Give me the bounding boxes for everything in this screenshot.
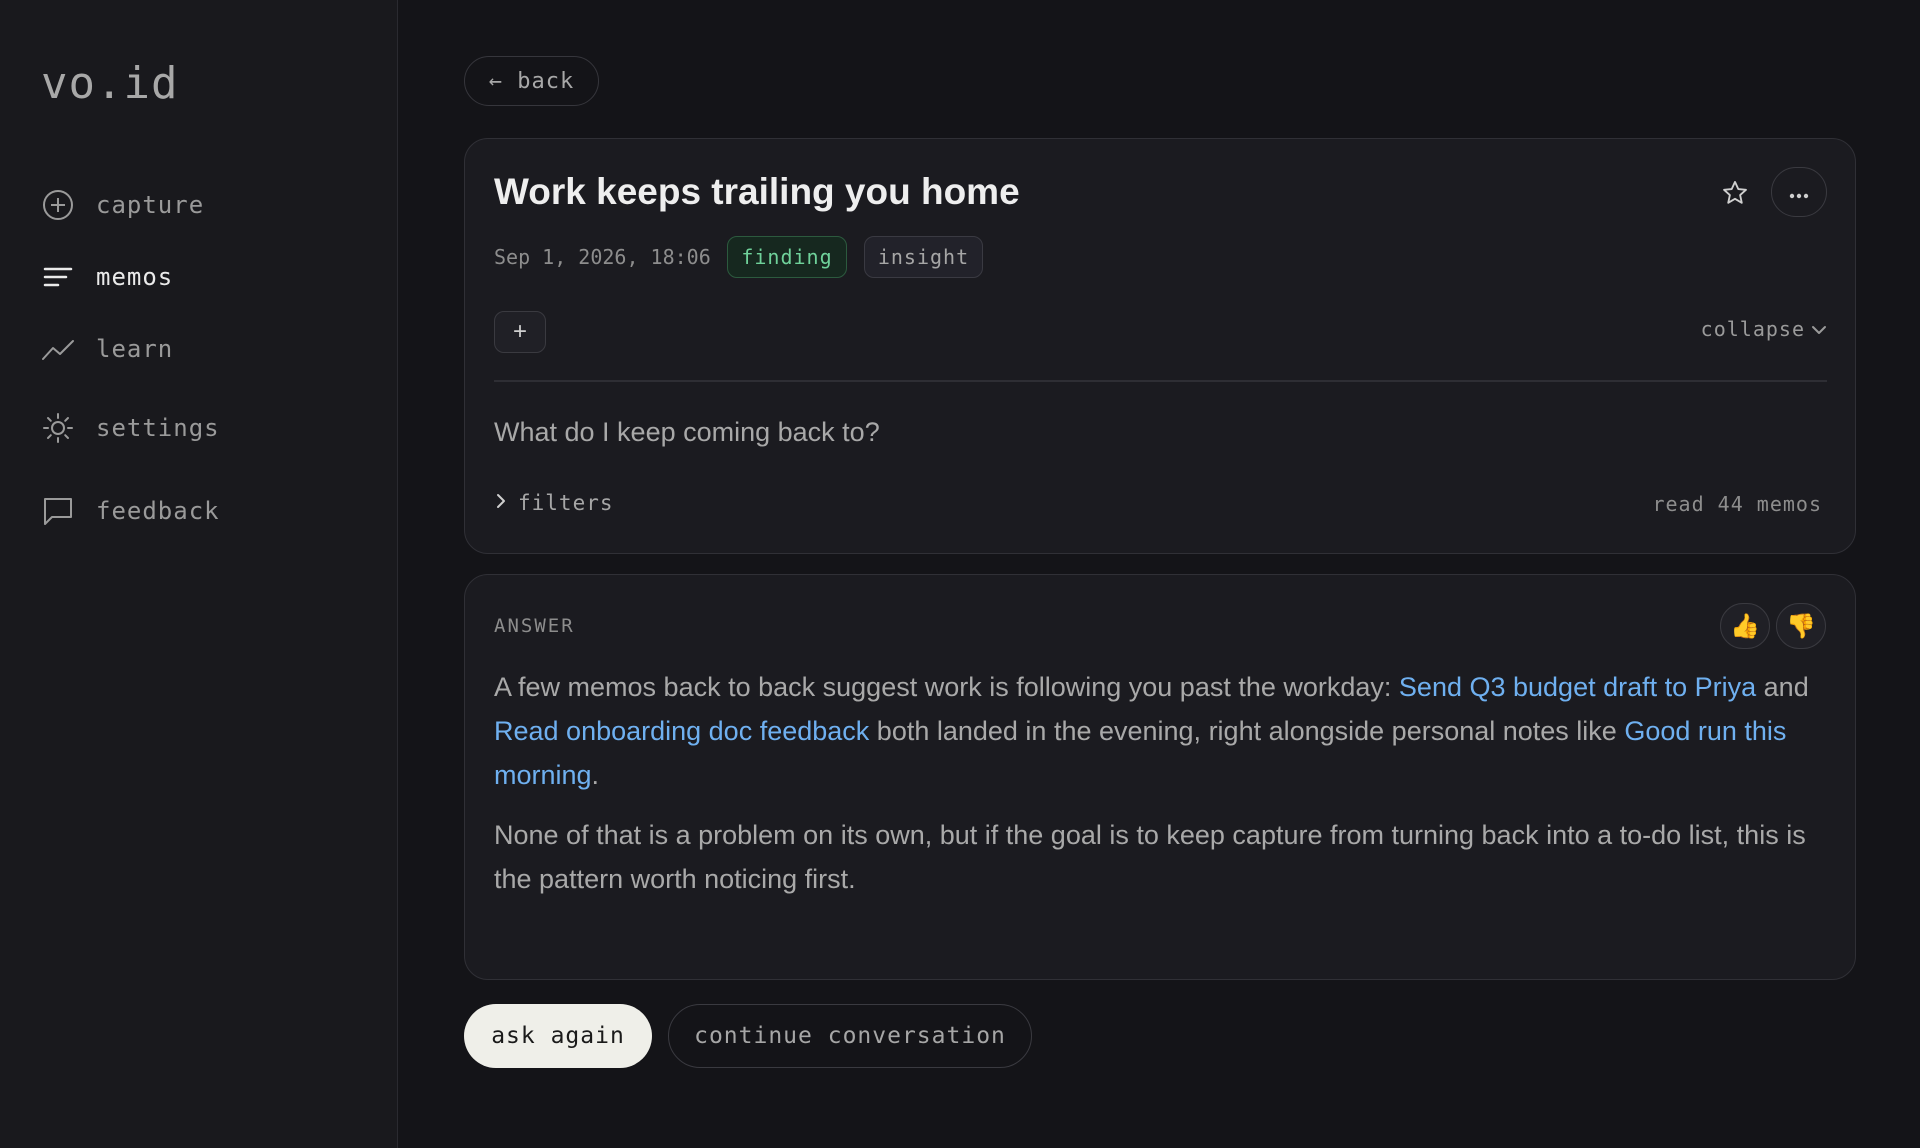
sun-gear-icon [41, 411, 75, 445]
answer-paragraph: None of that is a problem on its own, bu… [494, 820, 1806, 894]
memo-title: Work keeps trailing you home [494, 171, 1020, 212]
filters-label: filters [518, 491, 614, 515]
filters-toggle[interactable]: filters [494, 491, 614, 515]
chevron-right-icon [494, 491, 508, 515]
tag-finding[interactable]: finding [727, 236, 847, 278]
collapse-label: collapse [1700, 317, 1805, 341]
thumbs-up-icon: 👍 [1730, 612, 1760, 640]
trend-icon [41, 332, 75, 366]
memo-card: Work keeps trailing you home Sep 1, 2026… [464, 138, 1856, 554]
plus-circle-icon [41, 188, 75, 222]
answer-text: both landed in the evening, right alongs… [869, 716, 1625, 746]
sidebar: vo.id capture memos learn settings feedb… [0, 0, 398, 1148]
sidebar-item-feedback[interactable]: feedback [41, 491, 220, 531]
read-count: read 44 memos [1652, 492, 1822, 516]
chevron-down-icon [1811, 317, 1827, 341]
thumbs-down-button[interactable]: 👎 [1776, 603, 1826, 649]
sidebar-item-label: settings [96, 414, 220, 442]
sidebar-item-label: capture [96, 191, 205, 219]
thumbs-up-button[interactable]: 👍 [1720, 603, 1770, 649]
answer-body: A few memos back to back suggest work is… [494, 665, 1830, 901]
sidebar-item-label: learn [96, 335, 174, 363]
sidebar-item-memos[interactable]: memos [41, 257, 173, 297]
tag-insight[interactable]: insight [864, 236, 983, 278]
divider [494, 380, 1827, 382]
memo-timestamp: Sep 1, 2026, 18:06 [494, 245, 711, 269]
memo-link-q3-budget[interactable]: Send Q3 budget draft to Priya [1399, 672, 1756, 702]
add-tag-button[interactable]: + [494, 311, 546, 353]
more-options-button[interactable] [1771, 167, 1827, 217]
sidebar-item-label: memos [96, 263, 174, 291]
sidebar-item-capture[interactable]: capture [41, 185, 204, 225]
answer-heading: ANSWER [494, 615, 575, 637]
memo-question: What do I keep coming back to? [494, 417, 880, 447]
lines-icon [41, 260, 75, 294]
back-button[interactable]: ← back [464, 56, 599, 106]
chat-bubble-icon [41, 494, 75, 528]
collapse-button[interactable]: collapse [1701, 317, 1827, 341]
answer-text: and [1756, 672, 1809, 702]
answer-paragraph: A few memos back to back suggest work is… [494, 665, 1830, 797]
star-icon [1721, 179, 1749, 212]
answer-text: A few memos back to back suggest work is… [494, 672, 1399, 702]
ask-again-button[interactable]: ask again [464, 1004, 652, 1068]
answer-card: ANSWER 👍 👎 A few memos back to back sugg… [464, 574, 1856, 980]
sidebar-item-settings[interactable]: settings [41, 408, 220, 448]
answer-text: . [591, 760, 600, 790]
thumbs-down-icon: 👎 [1786, 612, 1816, 640]
ellipsis-icon [1789, 179, 1809, 205]
sidebar-item-learn[interactable]: learn [41, 329, 173, 369]
sidebar-item-label: feedback [96, 497, 220, 525]
star-button[interactable] [1715, 175, 1755, 215]
continue-conversation-button[interactable]: continue conversation [668, 1004, 1032, 1068]
memo-link-onboarding[interactable]: Read onboarding doc feedback [494, 716, 869, 746]
app-logo[interactable]: vo.id [41, 58, 178, 109]
